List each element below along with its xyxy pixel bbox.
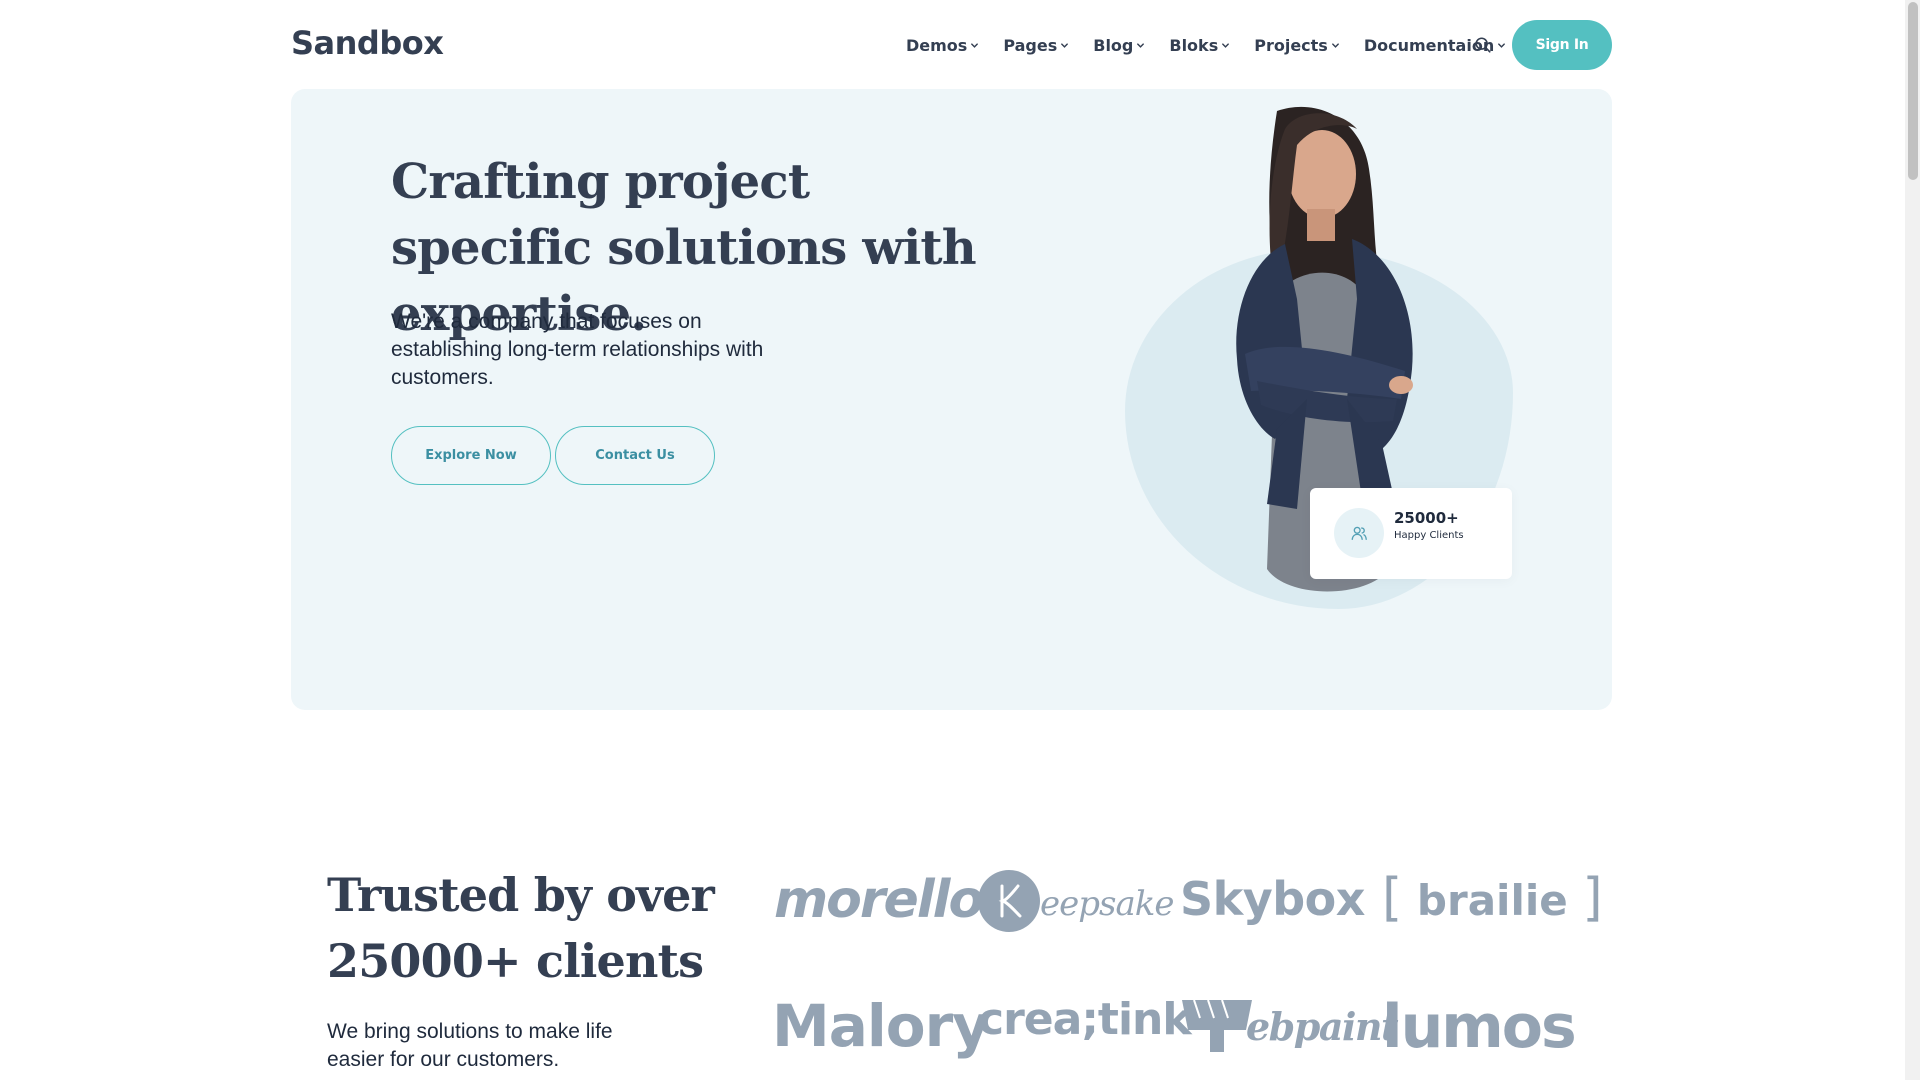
happy-clients-card: 25000+ Happy Clients bbox=[1310, 488, 1512, 579]
nav-item-label: Projects bbox=[1254, 35, 1328, 55]
nav-item-demos[interactable]: Demos bbox=[906, 36, 979, 55]
nav-item-label: Bloks bbox=[1169, 35, 1219, 55]
trusted-subtitle: We bring solutions to make life easier f… bbox=[327, 1020, 613, 1071]
nav-item-label: Demos bbox=[906, 35, 968, 55]
nav-item-blog[interactable]: Blog bbox=[1093, 36, 1145, 55]
chevron-down-icon bbox=[1222, 42, 1230, 48]
client-logo-keepsake: eepsake bbox=[978, 868, 1174, 938]
chevron-down-icon bbox=[1331, 42, 1339, 48]
scrollbar-thumb[interactable] bbox=[1908, 2, 1918, 180]
client-logo-skybox: Skybox bbox=[1180, 872, 1365, 926]
chevron-down-icon bbox=[971, 42, 979, 48]
happy-clients-count: 25000+ bbox=[1394, 509, 1459, 527]
page-scrollbar[interactable] bbox=[1905, 0, 1920, 1080]
main-nav: Demos Pages Blog Bloks Projects Document… bbox=[906, 33, 1530, 57]
nav-item-bloks[interactable]: Bloks bbox=[1169, 36, 1230, 55]
chevron-down-icon bbox=[1498, 42, 1506, 48]
site-logo[interactable]: Sandbox bbox=[291, 24, 444, 62]
contact-us-button[interactable]: Contact Us bbox=[555, 426, 715, 485]
client-logo-creatink: crea;tink bbox=[978, 994, 1192, 1045]
client-logo-keepsake-text: eepsake bbox=[1040, 884, 1174, 924]
client-logo-malory: Malory bbox=[772, 992, 990, 1060]
explore-now-button[interactable]: Explore Now bbox=[391, 426, 551, 485]
trusted-title: Trusted by over 25000+ clients bbox=[327, 868, 715, 988]
hero-subtitle: We're a company that focuses on establis… bbox=[391, 310, 764, 389]
users-icon bbox=[1334, 508, 1384, 558]
chevron-down-icon bbox=[1137, 42, 1145, 48]
nav-item-label: Blog bbox=[1093, 35, 1134, 55]
chevron-down-icon bbox=[1061, 42, 1069, 48]
client-logo-morello: morello bbox=[774, 870, 984, 930]
nav-item-pages[interactable]: Pages bbox=[1003, 36, 1069, 55]
client-logo-brailie: [ brailie ] bbox=[1382, 868, 1603, 928]
client-logo-webpaint-text: ebpaint bbox=[1246, 1004, 1399, 1049]
nav-item-projects[interactable]: Projects bbox=[1254, 36, 1340, 55]
hero-section: Crafting project specific solutions with… bbox=[291, 89, 1612, 710]
nav-item-label: Pages bbox=[1003, 35, 1058, 55]
happy-clients-label: Happy Clients bbox=[1394, 530, 1464, 541]
sign-in-button[interactable]: Sign In bbox=[1512, 20, 1612, 70]
client-logo-lumos: lumos bbox=[1382, 992, 1577, 1062]
client-logo-brailie-text: brailie bbox=[1416, 876, 1568, 925]
client-logo-webpaint: ebpaint bbox=[1180, 994, 1399, 1064]
client-logos: morello eepsake Skybox [ brailie ] Malor… bbox=[770, 864, 1603, 1080]
site-header: Sandbox Demos Pages Blog Bloks Projects … bbox=[0, 0, 1905, 88]
search-icon[interactable] bbox=[1474, 36, 1492, 54]
